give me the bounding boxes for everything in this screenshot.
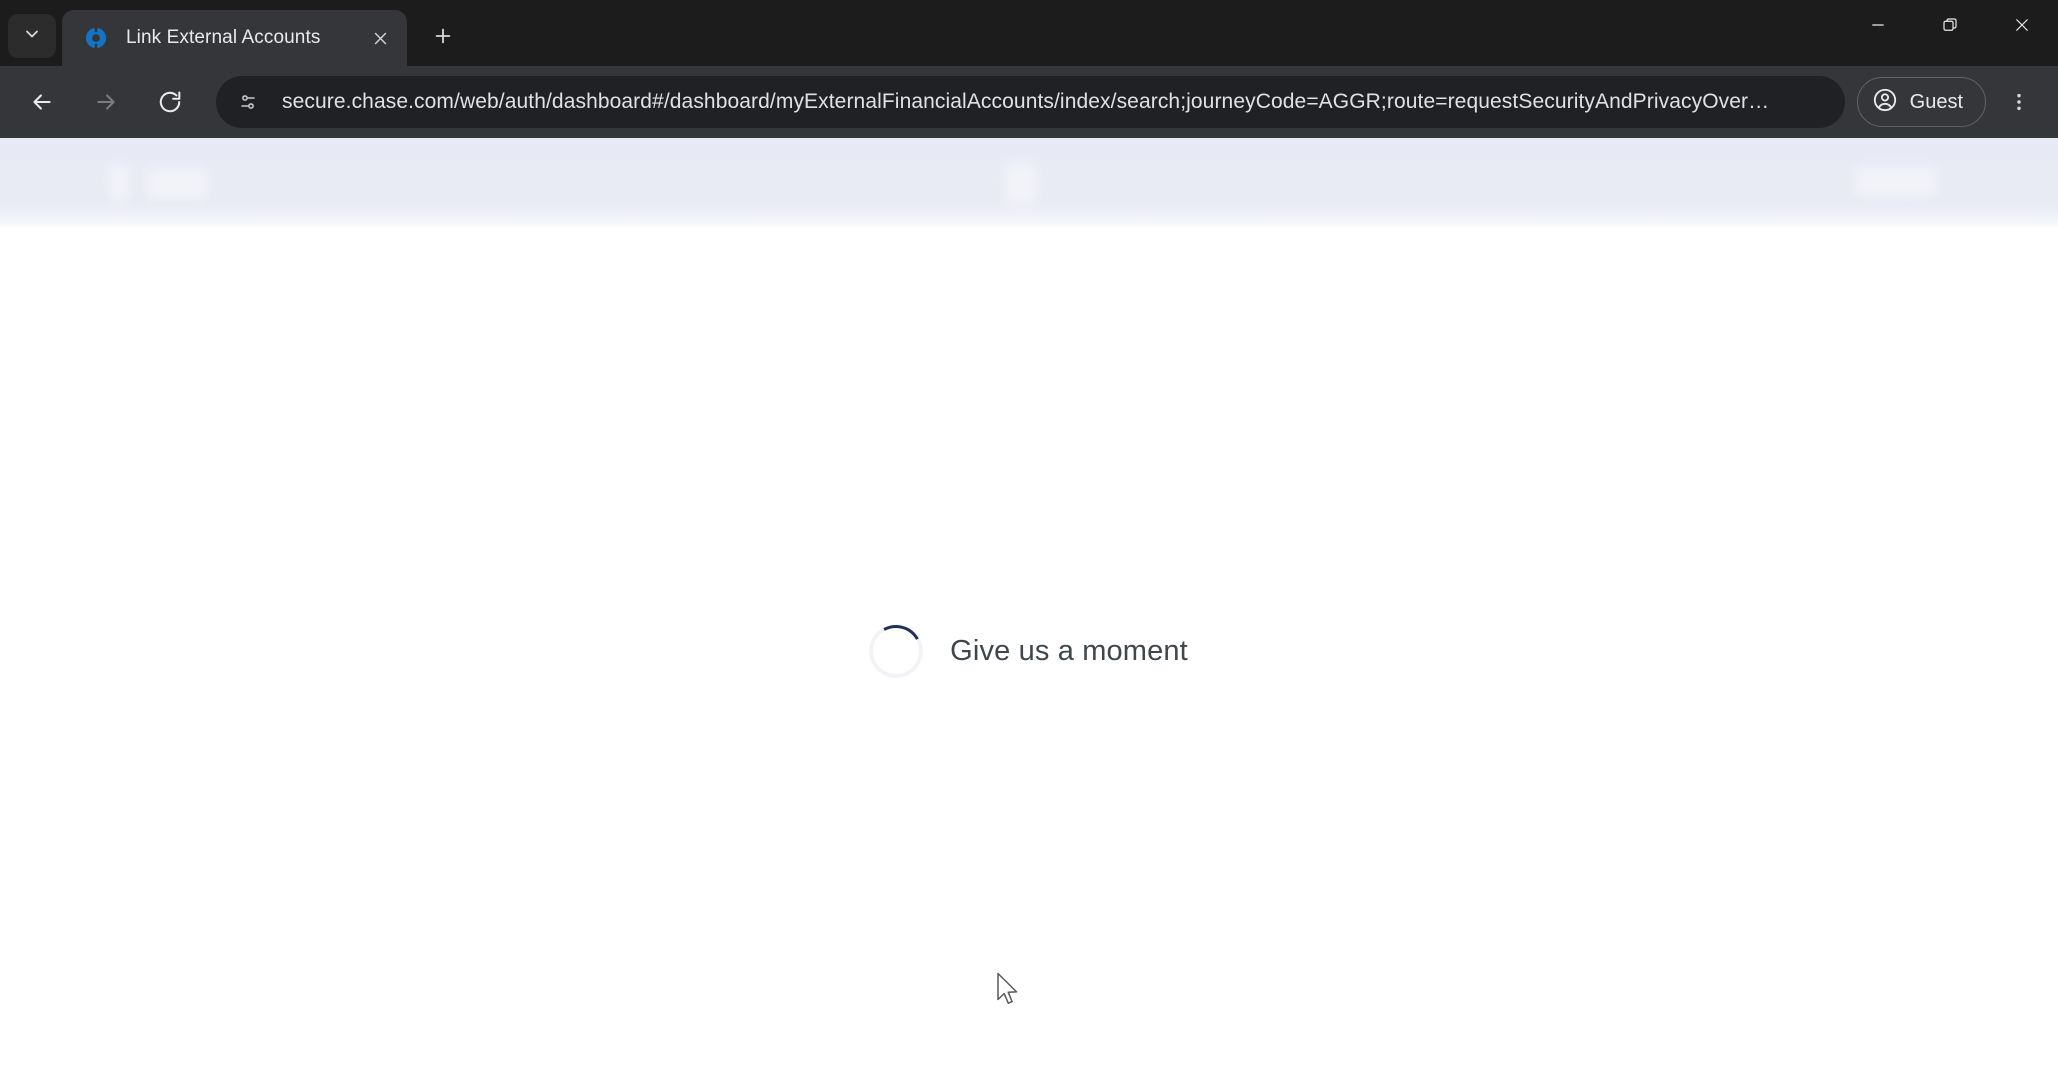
loading-indicator: Give us a moment (0, 618, 2058, 684)
site-settings-icon[interactable] (226, 80, 270, 124)
profile-button[interactable]: Guest (1856, 77, 1986, 127)
chase-logo-icon (84, 26, 108, 50)
tab-strip: Link External Accounts (0, 0, 2058, 66)
address-bar-url: secure.chase.com/web/auth/dashboard#/das… (282, 90, 1770, 113)
maximize-restore-button[interactable] (1914, 0, 1986, 50)
close-window-button[interactable] (1986, 0, 2058, 50)
chrome-menu-button[interactable] (1994, 77, 2044, 127)
back-button[interactable] (16, 76, 68, 128)
page-header-skeleton (0, 138, 2058, 228)
mouse-cursor (996, 972, 1022, 1010)
account-circle-icon (1872, 87, 1898, 118)
address-bar[interactable]: secure.chase.com/web/auth/dashboard#/das… (216, 76, 1845, 128)
window-controls (1842, 0, 2058, 50)
page-viewport: Give us a moment (0, 138, 2058, 1080)
skeleton-right-button (1855, 166, 1937, 198)
browser-toolbar: secure.chase.com/web/auth/dashboard#/das… (0, 66, 2058, 138)
skeleton-back-label (146, 168, 208, 200)
loading-message: Give us a moment (950, 634, 1188, 667)
browser-window: Link External Accounts secure.chase.com/… (0, 0, 2058, 1080)
tab-search-button[interactable] (8, 14, 56, 58)
chevron-down-icon (22, 24, 42, 49)
tab-title: Link External Accounts (126, 27, 321, 48)
loading-spinner-icon (863, 618, 929, 684)
minimize-button[interactable] (1842, 0, 1914, 50)
new-tab-button[interactable] (421, 14, 465, 58)
skeleton-center-logo (1004, 162, 1038, 206)
skeleton-back-arrow (108, 164, 130, 202)
forward-button[interactable] (80, 76, 132, 128)
tab-close-button[interactable] (363, 21, 397, 55)
reload-button[interactable] (144, 76, 196, 128)
browser-tab[interactable]: Link External Accounts (62, 10, 407, 66)
profile-label: Guest (1909, 90, 1963, 113)
